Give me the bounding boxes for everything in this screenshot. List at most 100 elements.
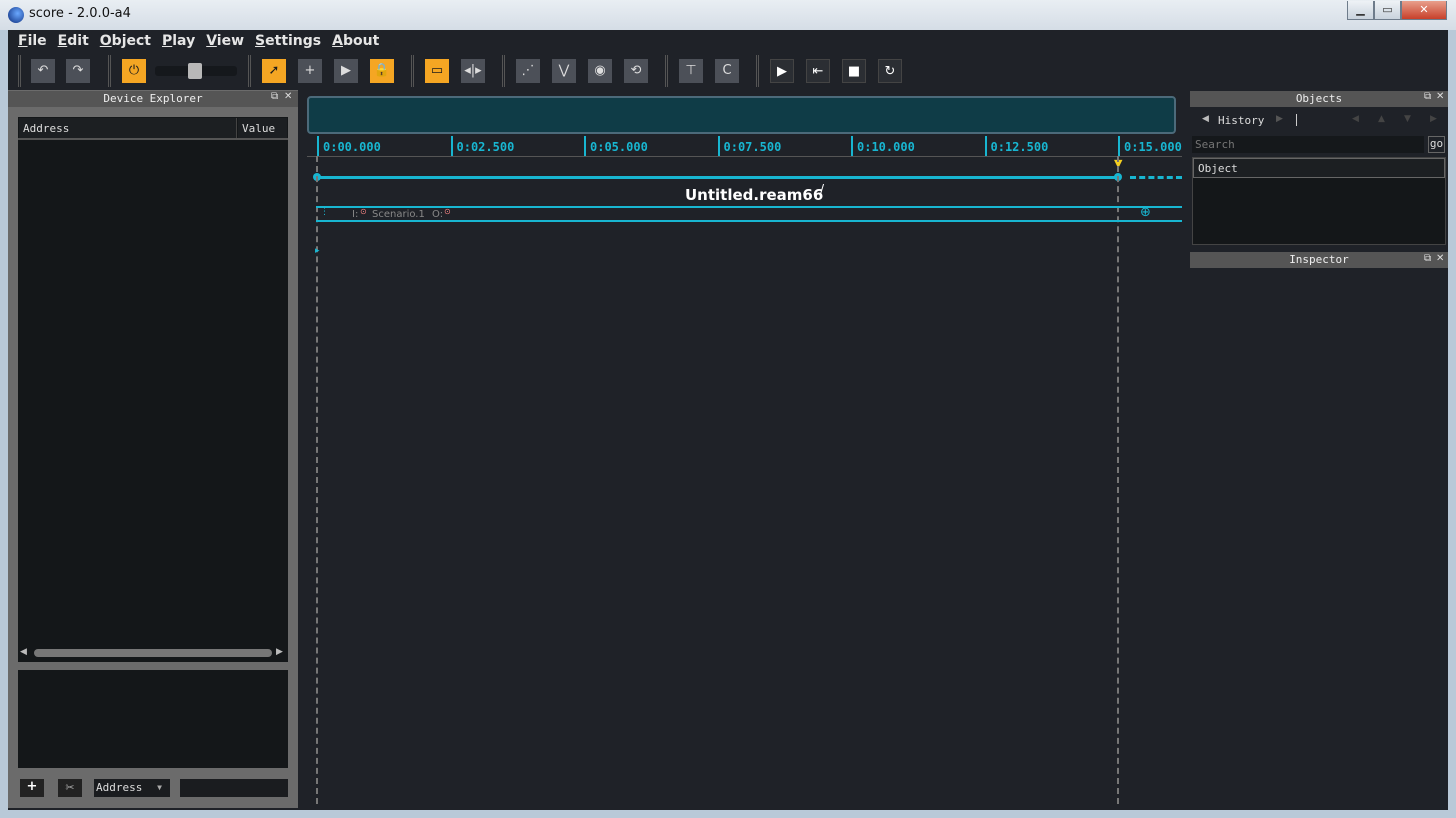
state-marker-icon[interactable]: ▸ xyxy=(315,246,320,256)
ruler-tick: 0:05.000 xyxy=(584,136,648,156)
toolbar-separator xyxy=(665,55,668,87)
link-points-button[interactable]: ⋰ xyxy=(516,59,540,83)
filter-input[interactable] xyxy=(180,779,288,797)
close-dock-icon[interactable]: ✕ xyxy=(1436,91,1444,102)
undo-button[interactable]: ↶ xyxy=(31,59,55,83)
toolbar-separator xyxy=(18,55,21,87)
filter-select-value: Address xyxy=(96,781,143,794)
menu-settings[interactable]: Settings xyxy=(255,33,321,53)
outlet-label: O: xyxy=(432,209,444,220)
main-interval-line[interactable] xyxy=(316,176,1118,179)
close-button[interactable]: ✕ xyxy=(1401,1,1447,20)
snapshot-button[interactable]: ◉ xyxy=(588,59,612,83)
play-from-start-button[interactable]: ⇤ xyxy=(806,59,830,83)
inspector-title: Inspector xyxy=(1190,252,1448,268)
stop-button[interactable]: ■ xyxy=(842,59,866,83)
nav-left-icon[interactable]: ◀ xyxy=(1352,114,1359,124)
ruler-tick: 0:07.500 xyxy=(717,136,781,156)
slot-handle-icon[interactable]: ⋮ xyxy=(320,207,329,217)
device-explorer-dock: Device Explorer ⧉ ✕ Address Value ◀ ▶ + … xyxy=(8,90,298,808)
menu-bar: File Edit Object Play View Settings About xyxy=(8,33,380,53)
chevron-down-icon: ▼ xyxy=(157,783,162,792)
filter-column-select[interactable]: Address ▼ xyxy=(94,779,170,797)
history-label: History xyxy=(1218,114,1265,127)
go-button[interactable]: go xyxy=(1428,136,1445,153)
minimize-button[interactable]: ▁ xyxy=(1347,1,1374,20)
lock-button[interactable]: 🔒 xyxy=(370,59,394,83)
scroll-left-icon[interactable]: ◀ xyxy=(20,647,27,657)
power-icon: ⏻ xyxy=(128,63,140,78)
play-button[interactable]: ▶ xyxy=(334,59,358,83)
window-title: score - 2.0.0-a4 xyxy=(29,6,131,21)
scale-icon: ▭ xyxy=(430,63,444,78)
menu-file[interactable]: File xyxy=(18,33,47,53)
condition-icon: C xyxy=(722,63,732,78)
create-icon: + xyxy=(304,63,316,78)
history-forward-icon[interactable]: ▶ xyxy=(1276,114,1283,124)
timeline-minimap[interactable] xyxy=(307,96,1176,134)
select-cursor-button[interactable]: ➚ xyxy=(262,59,286,83)
close-dock-icon[interactable]: ✕ xyxy=(1436,253,1444,264)
undo-icon: ↶ xyxy=(37,63,49,78)
history-back-icon[interactable]: ◀ xyxy=(1202,114,1209,124)
infinite-interval-line xyxy=(1130,176,1182,179)
nav-right-icon[interactable]: ▶ xyxy=(1430,114,1437,124)
device-detail-panel xyxy=(18,670,288,768)
inlet-port-icon[interactable]: ⊙ xyxy=(360,207,367,216)
add-process-icon[interactable]: ⊕ xyxy=(1140,205,1151,220)
create-button[interactable]: + xyxy=(298,59,322,83)
toolbar-separator xyxy=(502,55,505,87)
toolbar-separator xyxy=(411,55,414,87)
redo-button[interactable]: ↷ xyxy=(66,59,90,83)
app-logo-icon xyxy=(8,7,24,23)
float-dock-icon[interactable]: ⧉ xyxy=(1424,253,1431,264)
menu-about[interactable]: About xyxy=(332,33,379,53)
scroll-right-icon[interactable]: ▶ xyxy=(276,647,283,657)
power-button[interactable]: ⏻ xyxy=(122,59,146,83)
right-dock: Objects ⧉ ✕ ◀ History ▶ ◀ ▲ ▼ ▶ go Objec… xyxy=(1190,90,1448,810)
refresh-snapshot-icon: ⟲ xyxy=(630,63,642,78)
horizontal-scrollbar[interactable] xyxy=(34,649,272,657)
trigger-button[interactable]: ⊤ xyxy=(679,59,703,83)
condition-button[interactable]: C xyxy=(715,59,739,83)
outlet-port-icon[interactable]: ⊙ xyxy=(444,207,451,216)
end-timesync-line xyxy=(1117,156,1119,804)
slider-handle[interactable] xyxy=(188,63,202,79)
search-input[interactable] xyxy=(1192,136,1424,153)
text-cursor xyxy=(1296,114,1297,126)
device-tree[interactable]: Address Value ◀ ▶ xyxy=(18,117,288,662)
curve-button[interactable]: ⋁ xyxy=(552,59,576,83)
nav-down-icon[interactable]: ▼ xyxy=(1404,114,1411,124)
objects-title: Objects xyxy=(1190,91,1448,107)
time-ruler[interactable]: 0:00.000 0:02.500 0:05.000 0:07.500 0:10.000… xyxy=(307,136,1182,157)
grow-shrink-button[interactable]: ◂|▸ xyxy=(461,59,485,83)
device-explorer-title: Device Explorer xyxy=(8,91,298,107)
toolbar-separator xyxy=(108,55,111,87)
menu-edit[interactable]: Edit xyxy=(58,33,89,53)
scale-button[interactable]: ▭ xyxy=(425,59,449,83)
scenario-title[interactable]: Untitled.ream66 xyxy=(685,186,823,204)
add-device-button[interactable]: + xyxy=(20,779,44,797)
nav-up-icon[interactable]: ▲ xyxy=(1378,114,1385,124)
transport-play-button[interactable]: ▶ xyxy=(770,59,794,83)
menu-object[interactable]: Object xyxy=(100,33,151,53)
column-header-value[interactable]: Value xyxy=(238,118,287,138)
object-column-header[interactable]: Object xyxy=(1193,158,1445,178)
refresh-snapshot-button[interactable]: ⟲ xyxy=(624,59,648,83)
float-dock-icon[interactable]: ⧉ xyxy=(271,91,278,102)
maximize-button[interactable]: ▭ xyxy=(1374,1,1401,20)
process-label: Scenario.1 xyxy=(372,209,425,220)
column-header-address[interactable]: Address xyxy=(19,118,237,138)
scenario-slot[interactable]: ⋮ I: ⊙ Scenario.1 O: ⊙ ⊕ xyxy=(316,205,1182,222)
link-points-icon: ⋰ xyxy=(521,63,535,78)
menu-play[interactable]: Play xyxy=(162,33,195,53)
ruler-tick: 0:00.000 xyxy=(317,136,381,156)
edit-cursor-icon: / xyxy=(820,182,825,196)
float-dock-icon[interactable]: ⧉ xyxy=(1424,91,1431,102)
reinitialize-button[interactable]: ↻ xyxy=(878,59,902,83)
select-cursor-icon: ➚ xyxy=(268,63,280,78)
menu-view[interactable]: View xyxy=(206,33,244,53)
close-dock-icon[interactable]: ✕ xyxy=(284,91,292,102)
object-tree[interactable]: Object xyxy=(1192,157,1446,245)
remove-device-button[interactable]: ✂ xyxy=(58,779,82,797)
